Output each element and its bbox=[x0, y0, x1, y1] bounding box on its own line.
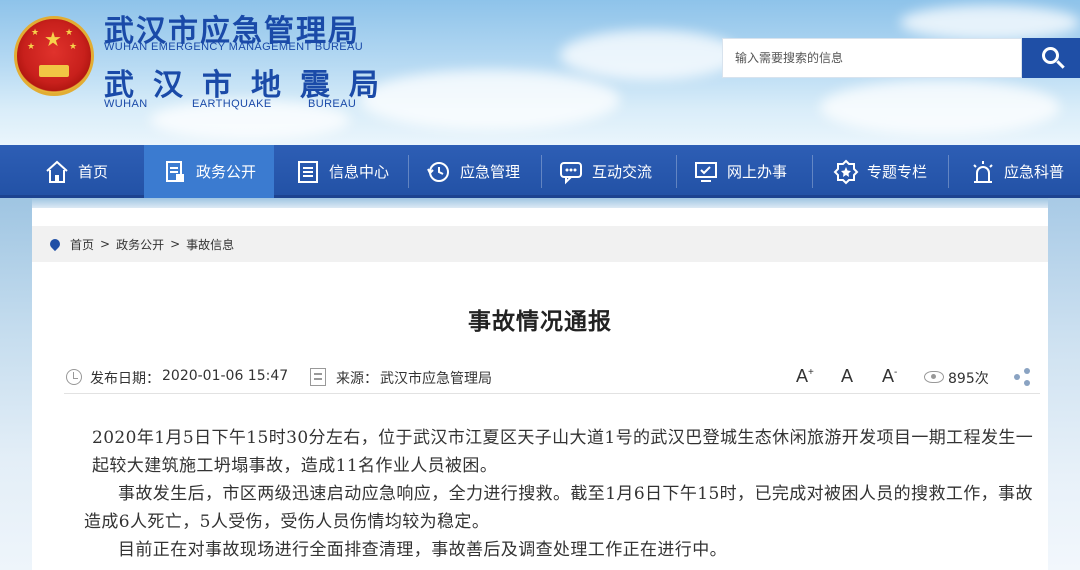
nav-label-emergency-management: 应急管理 bbox=[460, 163, 521, 181]
nav-label-interaction: 互动交流 bbox=[592, 163, 653, 181]
nav-item-emergency-education[interactable]: 应急科普 bbox=[962, 145, 1080, 198]
history-icon bbox=[427, 161, 449, 182]
nav-item-interaction[interactable]: 互动交流 bbox=[550, 145, 676, 198]
nav-item-home[interactable]: 首页 bbox=[36, 145, 144, 198]
nav-label-online-services: 网上办事 bbox=[727, 163, 788, 181]
chat-icon bbox=[560, 161, 582, 184]
font-increase-button[interactable]: A+ bbox=[796, 366, 814, 387]
source-value: 武汉市应急管理局 bbox=[380, 371, 492, 387]
article-meta: 发布日期： 2020-01-06 15:47 来源： 武汉市应急管理局 A+ A… bbox=[64, 362, 1040, 394]
search-input[interactable]: 输入需要搜索的信息 bbox=[722, 38, 1022, 78]
breadcrumb-separator: > bbox=[170, 237, 181, 251]
publish-date: 2020-01-06 15:47 bbox=[162, 368, 289, 384]
alarm-icon bbox=[973, 160, 993, 183]
breadcrumb-home[interactable]: 首页 bbox=[70, 236, 94, 253]
nav-item-online-services[interactable]: 网上办事 bbox=[685, 145, 811, 198]
source-label: 来源： bbox=[336, 371, 378, 387]
nav-label-government-affairs: 政务公开 bbox=[196, 163, 257, 181]
nav-label-info-center: 信息中心 bbox=[329, 163, 390, 181]
nav-label-home: 首页 bbox=[78, 163, 109, 181]
star-badge-icon bbox=[833, 159, 859, 184]
nav-item-special-topics[interactable]: 专题专栏 bbox=[825, 145, 951, 198]
publish-date-label: 发布日期： bbox=[90, 371, 160, 387]
breadcrumb-government-affairs[interactable]: 政务公开 bbox=[116, 236, 164, 253]
nav-item-emergency-management[interactable]: 应急管理 bbox=[418, 145, 540, 198]
list-icon bbox=[298, 160, 318, 183]
home-icon bbox=[46, 160, 68, 183]
article-body: 2020年1月5日下午15时30分左右，位于武汉市江夏区天子山大道1号的武汉巴登… bbox=[84, 424, 1048, 564]
site-header: ★ ★ ★ ★ ★ 武汉市应急管理局 WUHAN EMERGENCY MANAG… bbox=[0, 0, 1080, 145]
location-pin-icon bbox=[47, 236, 63, 252]
article-paragraph: 目前正在对事故现场进行全面排查清理，事故善后及调查处理工作正在进行中。 bbox=[118, 540, 727, 560]
document-icon bbox=[166, 160, 184, 182]
nav-label-special-topics: 专题专栏 bbox=[867, 163, 928, 181]
clock-icon bbox=[66, 369, 82, 385]
article-title: 事故情况通报 bbox=[468, 309, 612, 335]
article-paragraph: 事故发生后，市区两级迅速启动应急响应，全力进行搜救。截至1月6日下午15时，已完… bbox=[84, 484, 1033, 532]
site-title-primary-english: WUHAN EMERGENCY MANAGEMENT BUREAU bbox=[104, 41, 364, 53]
site-title-secondary-english-3: BUREAU bbox=[308, 98, 357, 110]
monitor-icon bbox=[695, 161, 717, 182]
nav-label-emergency-education: 应急科普 bbox=[1004, 163, 1065, 181]
national-emblem-logo[interactable]: ★ ★ ★ ★ ★ bbox=[14, 16, 94, 96]
site-title-secondary-english-2: EARTHQUAKE bbox=[192, 98, 272, 110]
view-count-icon bbox=[924, 371, 944, 383]
share-icon[interactable] bbox=[1014, 368, 1032, 386]
nav-item-info-center[interactable]: 信息中心 bbox=[287, 145, 405, 198]
source-document-icon bbox=[310, 368, 326, 386]
main-navigation: 首页 政务公开 信息中心 应急管理 互动交流 网上办事 专题专栏 应急科普 bbox=[0, 145, 1080, 198]
breadcrumb-accident-info[interactable]: 事故信息 bbox=[186, 236, 234, 253]
breadcrumb-separator: > bbox=[100, 237, 111, 251]
nav-item-government-affairs[interactable]: 政务公开 bbox=[144, 145, 274, 198]
font-normal-button[interactable]: A bbox=[841, 366, 853, 387]
view-count: 895次 bbox=[948, 371, 989, 387]
font-decrease-button[interactable]: A- bbox=[882, 366, 897, 387]
search-button[interactable] bbox=[1022, 38, 1080, 78]
site-title-secondary-english-1: WUHAN bbox=[104, 98, 148, 110]
breadcrumb: 首页 > 政务公开 > 事故信息 bbox=[32, 226, 1048, 262]
article-paragraph: 2020年1月5日下午15时30分左右，位于武汉市江夏区天子山大道1号的武汉巴登… bbox=[92, 428, 1034, 476]
